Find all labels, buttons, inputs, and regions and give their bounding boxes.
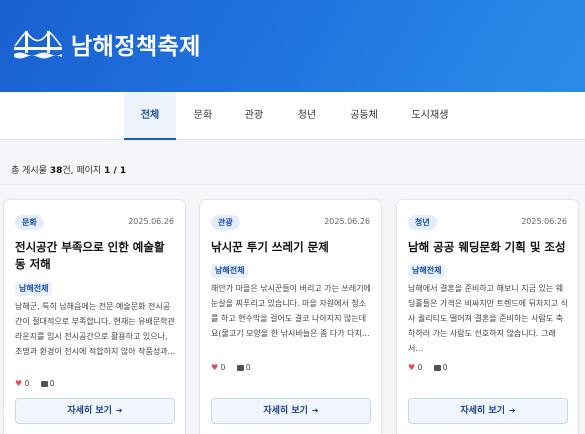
post-stats: ♥ 0 0 — [408, 363, 448, 372]
view-details-button[interactable]: 자세히 보기 ➔ — [15, 398, 175, 424]
header-banner: 남해정책축제 — [0, 0, 585, 92]
heart-icon: ♥ — [408, 363, 416, 372]
like-count: 0 — [220, 363, 226, 372]
view-details-label: 자세히 보기 — [263, 406, 308, 416]
comment-count: 0 — [245, 363, 251, 372]
post-date: 2025.06.26 — [324, 217, 370, 226]
post-date: 2025.06.26 — [521, 217, 567, 226]
post-summary: 총 게시물 38건, 페이지 1 / 1 — [11, 163, 126, 176]
category-badge: 문화 — [15, 215, 44, 230]
region-tag: 남해전체 — [211, 264, 249, 278]
heart-icon: ♥ — [15, 379, 23, 388]
post-card[interactable]: 관광 2025.06.26 낚시꾼 투기 쓰레기 문제 남해전체 해안가 마을은… — [199, 199, 382, 434]
post-count: 38 — [49, 166, 63, 176]
like-count: 0 — [24, 379, 30, 388]
comment-icon — [236, 365, 244, 371]
tab-tourism[interactable]: 관광 — [238, 92, 270, 139]
category-badge: 관광 — [211, 215, 240, 230]
category-tabs: 전체 문화 관광 청년 공동체 도시재생 — [0, 92, 585, 140]
comment-icon — [40, 381, 48, 387]
view-details-button[interactable]: 자세히 보기 ➔ — [408, 398, 568, 424]
tab-community[interactable]: 공동체 — [340, 92, 388, 139]
tab-youth[interactable]: 청년 — [291, 92, 323, 139]
arrow-right-icon: ➔ — [311, 406, 319, 415]
heart-icon: ♥ — [211, 363, 219, 372]
post-title[interactable]: 낚시꾼 투기 쓰레기 문제 — [211, 239, 371, 256]
comment-count: 0 — [49, 379, 55, 388]
like-count: 0 — [417, 363, 423, 372]
post-title[interactable]: 전시공간 부족으로 인한 예술활동 저해 — [15, 239, 175, 273]
tab-culture[interactable]: 문화 — [187, 92, 219, 139]
summary-prefix: 총 게시물 — [11, 166, 50, 176]
view-details-label: 자세히 보기 — [67, 406, 112, 416]
site-title[interactable]: 남해정책축제 — [71, 27, 201, 61]
summary-middle: 건, 페이지 — [62, 166, 105, 176]
view-details-button[interactable]: 자세히 보기 ➔ — [211, 398, 371, 424]
arrow-right-icon: ➔ — [115, 406, 123, 415]
comment-icon — [433, 365, 441, 371]
post-stats: ♥ 0 0 — [15, 379, 55, 388]
tab-all[interactable]: 전체 — [124, 92, 176, 140]
post-excerpt: 남해군, 특히 남해읍에는 전문 예술문화 전시공간이 절대적으로 부족합니다.… — [15, 302, 176, 356]
region-tag: 남해전체 — [408, 264, 446, 278]
view-details-label: 자세히 보기 — [460, 406, 505, 416]
page-indicator: 1 / 1 — [104, 166, 127, 176]
post-title[interactable]: 남해 공공 웨딩문화 기획 및 조성 — [408, 239, 568, 256]
post-stats: ♥ 0 0 — [211, 363, 251, 372]
region-tag: 남해전체 — [15, 282, 53, 296]
category-badge: 청년 — [408, 215, 437, 230]
arrow-right-icon: ➔ — [508, 406, 516, 415]
bridge-icon — [14, 31, 62, 59]
post-excerpt: 남해에서 결혼을 준비하고 해보니 지금 있는 웨딩홀들은 가격은 비싸지만 트… — [408, 284, 568, 353]
post-card[interactable]: 문화 2025.06.26 전시공간 부족으로 인한 예술활동 저해 남해전체 … — [3, 199, 186, 434]
post-card[interactable]: 청년 2025.06.26 남해 공공 웨딩문화 기획 및 조성 남해전체 남해… — [396, 199, 579, 434]
divider — [0, 184, 585, 185]
post-date: 2025.06.26 — [128, 217, 174, 226]
post-excerpt: 해안가 마을은 낚시꾼들이 버리고 가는 쓰레기에 눈살을 찌푸리고 있습니다.… — [211, 284, 371, 338]
comment-count: 0 — [442, 363, 448, 372]
tab-urban-regeneration[interactable]: 도시재생 — [405, 92, 455, 139]
